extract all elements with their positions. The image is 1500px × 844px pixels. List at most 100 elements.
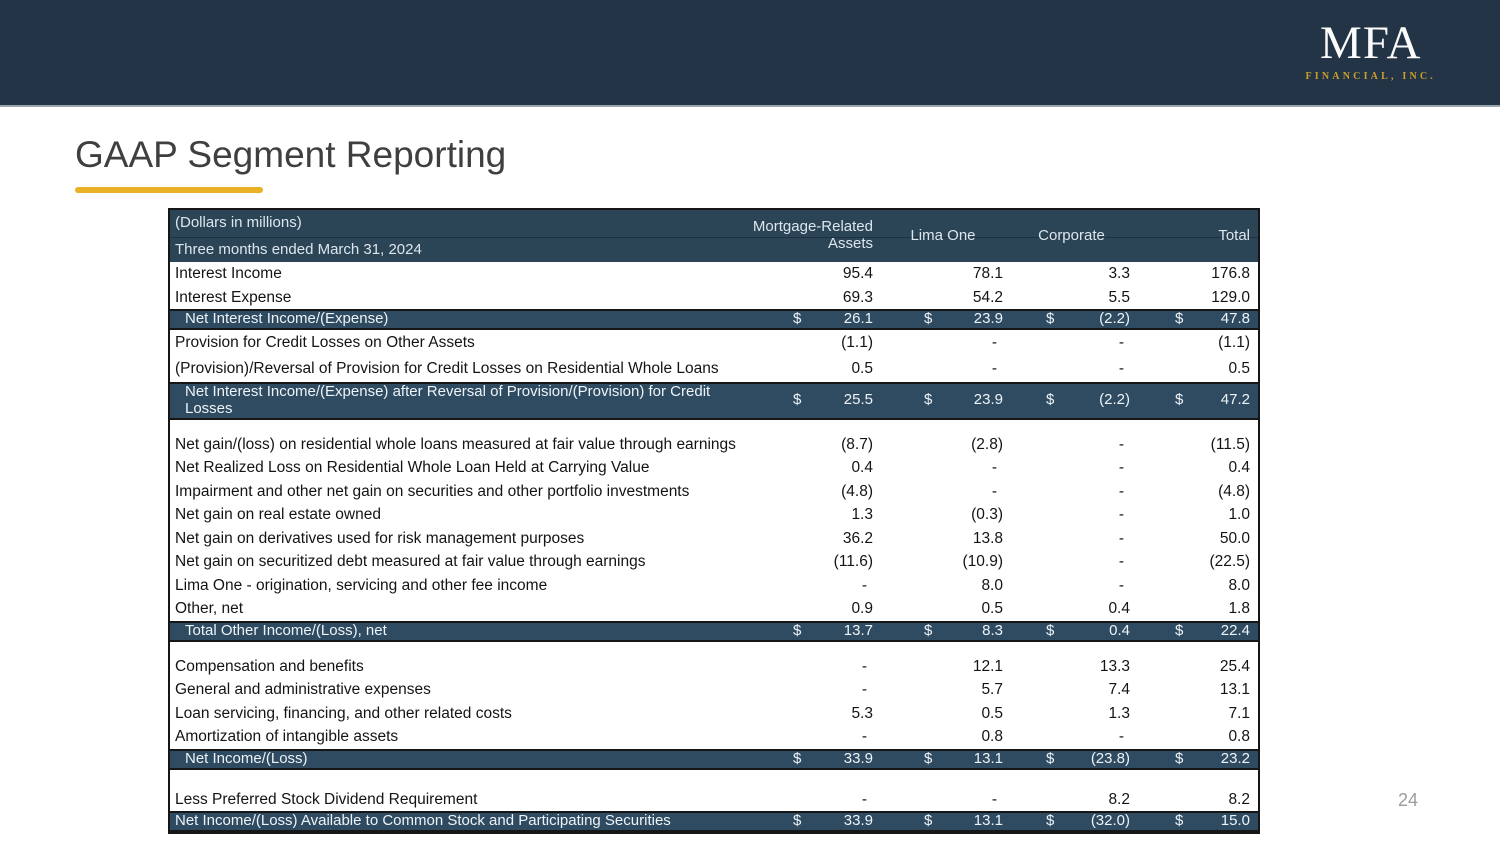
row-label: Net Income/(Loss) [185, 749, 308, 767]
row-value-cell: - [743, 577, 878, 594]
row-value-cell: - [1008, 483, 1135, 500]
table-row: Net gain/(loss) on residential whole loa… [170, 433, 1258, 457]
row-value-cell: 7.4 [1008, 681, 1135, 698]
dollar-sign: $ [793, 621, 802, 639]
cell-value: (2.8) [971, 435, 1003, 453]
table-row: Amortization of intangible assets - 0.8 - 0.… [170, 725, 1258, 749]
row-value-cell: (22.5) [1135, 553, 1258, 570]
cell-value: 13.8 [972, 529, 1003, 547]
dollar-sign: $ [1175, 749, 1184, 767]
row-value-cell: 36.2 [743, 530, 878, 547]
table-row: Interest Expense 69.3 54.2 5.5 129.0 [170, 286, 1258, 310]
row-value-cell: $ (2.2) [1008, 310, 1135, 328]
row-value-cell: 129.0 [1135, 289, 1258, 306]
table-row: Less Preferred Stock Dividend Requiremen… [170, 788, 1258, 812]
dollar-sign: $ [924, 812, 933, 830]
row-label: Loan servicing, financing, and other rel… [175, 704, 512, 722]
cell-value: - [1118, 728, 1124, 746]
cell-value: 0.4 [1228, 459, 1250, 477]
cell-value: (1.1) [1218, 334, 1250, 352]
cell-value: - [991, 790, 997, 808]
row-value-cell: 5.5 [1008, 289, 1135, 306]
row-label: Net Interest Income/(Expense) after Reve… [185, 383, 711, 417]
dollar-sign: $ [1175, 621, 1184, 639]
cell-value: 0.4 [851, 459, 873, 477]
cell-value: - [991, 360, 997, 378]
cell-value: 25.5 [843, 391, 873, 409]
dollar-sign: $ [793, 812, 802, 830]
cell-value: - [1118, 360, 1124, 378]
cell-value: 69.3 [842, 288, 873, 306]
dollar-sign: $ [1175, 310, 1184, 328]
row-label: Net Income/(Loss) Available to Common St… [175, 812, 671, 830]
logo-subtitle: FINANCIAL, INC. [1305, 71, 1436, 82]
row-value-cell: $25.5 [743, 392, 878, 409]
cell-value: 13.7 [843, 621, 873, 639]
row-value-cell: (11.6) [743, 553, 878, 570]
row-value-cell: - [878, 360, 1008, 377]
row-label: Net gain on real estate owned [175, 506, 381, 524]
table-row: Net gain on derivatives used for risk ma… [170, 527, 1258, 551]
row-value-cell: 13.1 [1135, 681, 1258, 698]
row-value-cell: $47.2 [1135, 392, 1258, 409]
dollar-sign: $ [793, 749, 802, 767]
cell-value: (32.0) [1090, 812, 1130, 830]
table-row: (Provision)/Reversal of Provision for Cr… [170, 356, 1258, 382]
table-row: Provision for Credit Losses on Other Ass… [170, 330, 1258, 356]
row-value-cell: - [1008, 360, 1135, 377]
row-label: Total Other Income/(Loss), net [185, 621, 387, 639]
row-value-cell: 1.3 [1008, 705, 1135, 722]
table-row: Total Other Income/(Loss), net $13.7 $8.3 $… [170, 620, 1258, 642]
cell-value: 26.1 [843, 310, 873, 328]
row-value-cell: - [743, 658, 878, 675]
row-value-cell: 5.3 [743, 705, 878, 722]
cell-value: 0.9 [851, 600, 873, 618]
table-row: Net Interest Income/(Expense) after Reve… [170, 382, 1258, 420]
row-value-cell: (8.7) [743, 436, 878, 453]
table-row: Compensation and benefits - 12.1 13.3 25.4 [170, 655, 1258, 679]
row-label: Net gain/(loss) on residential whole loa… [175, 435, 736, 453]
cell-value: 33.9 [843, 749, 873, 767]
dollar-sign: $ [793, 391, 802, 409]
cell-value: 13.3 [1099, 657, 1130, 675]
cell-value: 8.0 [1228, 576, 1250, 594]
row-value-cell: 0.8 [878, 728, 1008, 745]
cell-value: 0.5 [851, 360, 873, 378]
table-row: Net Realized Loss on Residential Whole L… [170, 456, 1258, 480]
row-label: Interest Expense [175, 288, 292, 306]
row-value-cell: 8.2 [1135, 791, 1258, 808]
cell-value: - [861, 728, 867, 746]
row-value-cell: 3.3 [1008, 265, 1135, 282]
cell-value: 23.2 [1220, 749, 1250, 767]
cell-value: - [1118, 435, 1124, 453]
row-value-cell: - [878, 459, 1008, 476]
row-value-cell: $23.9 [878, 392, 1008, 409]
row-value-cell: 0.5 [1135, 360, 1258, 377]
row-value-cell: 0.4 [1135, 459, 1258, 476]
cell-value: (22.5) [1209, 553, 1251, 571]
cell-value: 12.1 [972, 657, 1003, 675]
row-value-cell: - [743, 681, 878, 698]
row-value-cell: (4.8) [743, 483, 878, 500]
cell-value: - [861, 681, 867, 699]
cell-value: 8.2 [1108, 790, 1130, 808]
cell-value: 23.9 [973, 310, 1003, 328]
table-row: Net Income/(Loss) $33.9 $13.1 $ (23.8) $23.2 [170, 748, 1258, 770]
row-value-cell: (0.3) [878, 506, 1008, 523]
row-value-cell: - [1008, 728, 1135, 745]
cell-value: 25.4 [1219, 657, 1250, 675]
spacer-row [170, 642, 1258, 655]
cell-value: 22.4 [1220, 621, 1250, 639]
row-value-cell: $15.0 [1135, 812, 1258, 830]
cell-value: 5.3 [851, 704, 873, 722]
row-value-cell: 25.4 [1135, 658, 1258, 675]
cell-value: 13.1 [973, 749, 1003, 767]
row-label: Other, net [175, 600, 244, 618]
cell-value: - [1118, 553, 1124, 571]
segment-reporting-table: (Dollars in millions) Three months ended… [168, 208, 1260, 835]
row-value-cell: 7.1 [1135, 705, 1258, 722]
cell-value: (4.8) [1218, 482, 1250, 500]
dollar-sign: $ [1046, 310, 1055, 328]
top-banner: MFA FINANCIAL, INC. [0, 0, 1500, 107]
row-value-cell: 78.1 [878, 265, 1008, 282]
